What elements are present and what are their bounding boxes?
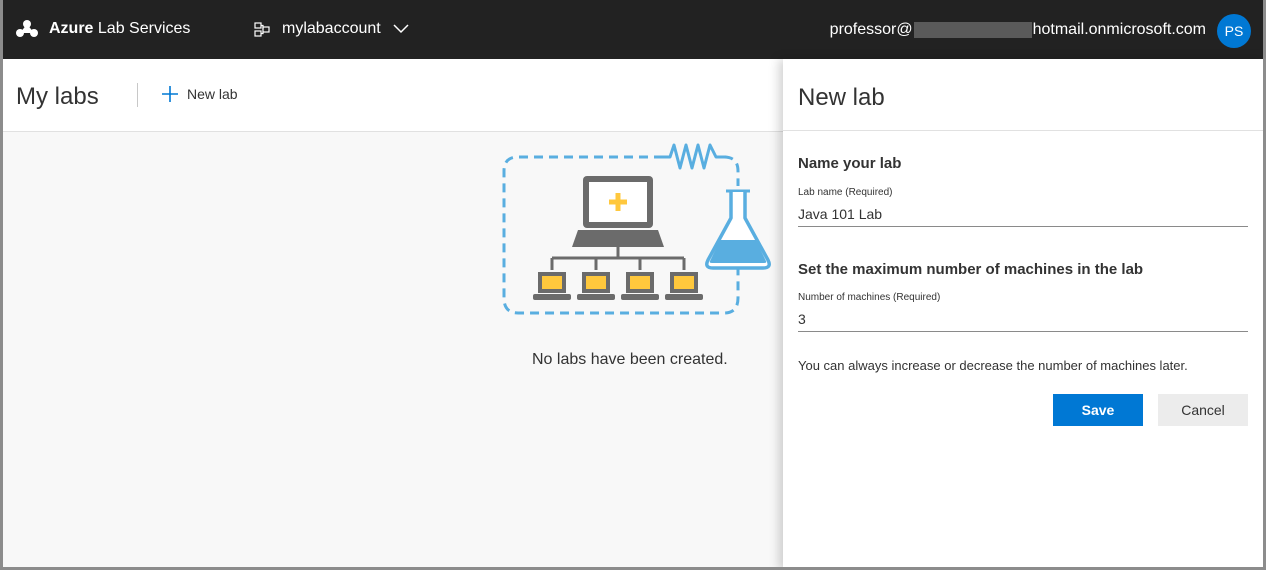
user-email-prefix: professor@ (829, 21, 913, 38)
machines-hint: You can always increase or decrease the … (798, 358, 1188, 373)
page-title: My labs (16, 83, 99, 110)
machines-label: Number of machines (Required) (798, 292, 941, 303)
user-email-suffix: hotmail.onmicrosoft.com (1032, 21, 1206, 38)
lab-account-icon (254, 22, 270, 37)
panel-header: New lab (783, 59, 1263, 131)
header-divider (137, 83, 138, 107)
lab-name-label: Lab name (Required) (798, 187, 893, 198)
small-computers (533, 272, 703, 300)
app-title-rest: Lab Services (93, 20, 191, 37)
plus-icon (162, 86, 178, 102)
azure-lab-services-icon (16, 20, 38, 37)
cancel-button[interactable]: Cancel (1158, 394, 1248, 426)
brand[interactable]: Azure Lab Services (16, 19, 190, 39)
machines-field[interactable] (798, 307, 1248, 332)
account-name: mylabaccount (282, 20, 381, 37)
new-lab-panel: New lab Name your lab Lab name (Required… (783, 59, 1263, 567)
flask-icon (705, 189, 771, 270)
save-button[interactable]: Save (1053, 394, 1143, 426)
lab-name-field[interactable] (798, 202, 1248, 227)
account-selector[interactable]: mylabaccount (254, 20, 409, 38)
redacted-mask (913, 22, 1032, 38)
panel-title: New lab (798, 84, 885, 111)
app-frame: Azure Lab Services mylabaccount professo… (0, 0, 1266, 570)
top-bar: Azure Lab Services mylabaccount professo… (3, 0, 1263, 59)
machines-section-title: Set the maximum number of machines in th… (798, 261, 1144, 278)
avatar[interactable]: PS (1217, 14, 1251, 48)
app-title: Azure Lab Services (49, 20, 190, 38)
page-header: My labs New lab (3, 59, 783, 132)
app-title-strong: Azure (49, 20, 94, 37)
lab-network-illustration (502, 143, 771, 315)
new-lab-label: New lab (187, 86, 238, 102)
new-lab-button[interactable]: New lab (161, 85, 238, 103)
user-email[interactable]: professor@ hotmail.onmicrosoft.com (830, 21, 1206, 39)
name-section-title: Name your lab (798, 155, 902, 172)
empty-message: No labs have been created. (532, 351, 728, 368)
chevron-down-icon[interactable] (393, 24, 409, 34)
